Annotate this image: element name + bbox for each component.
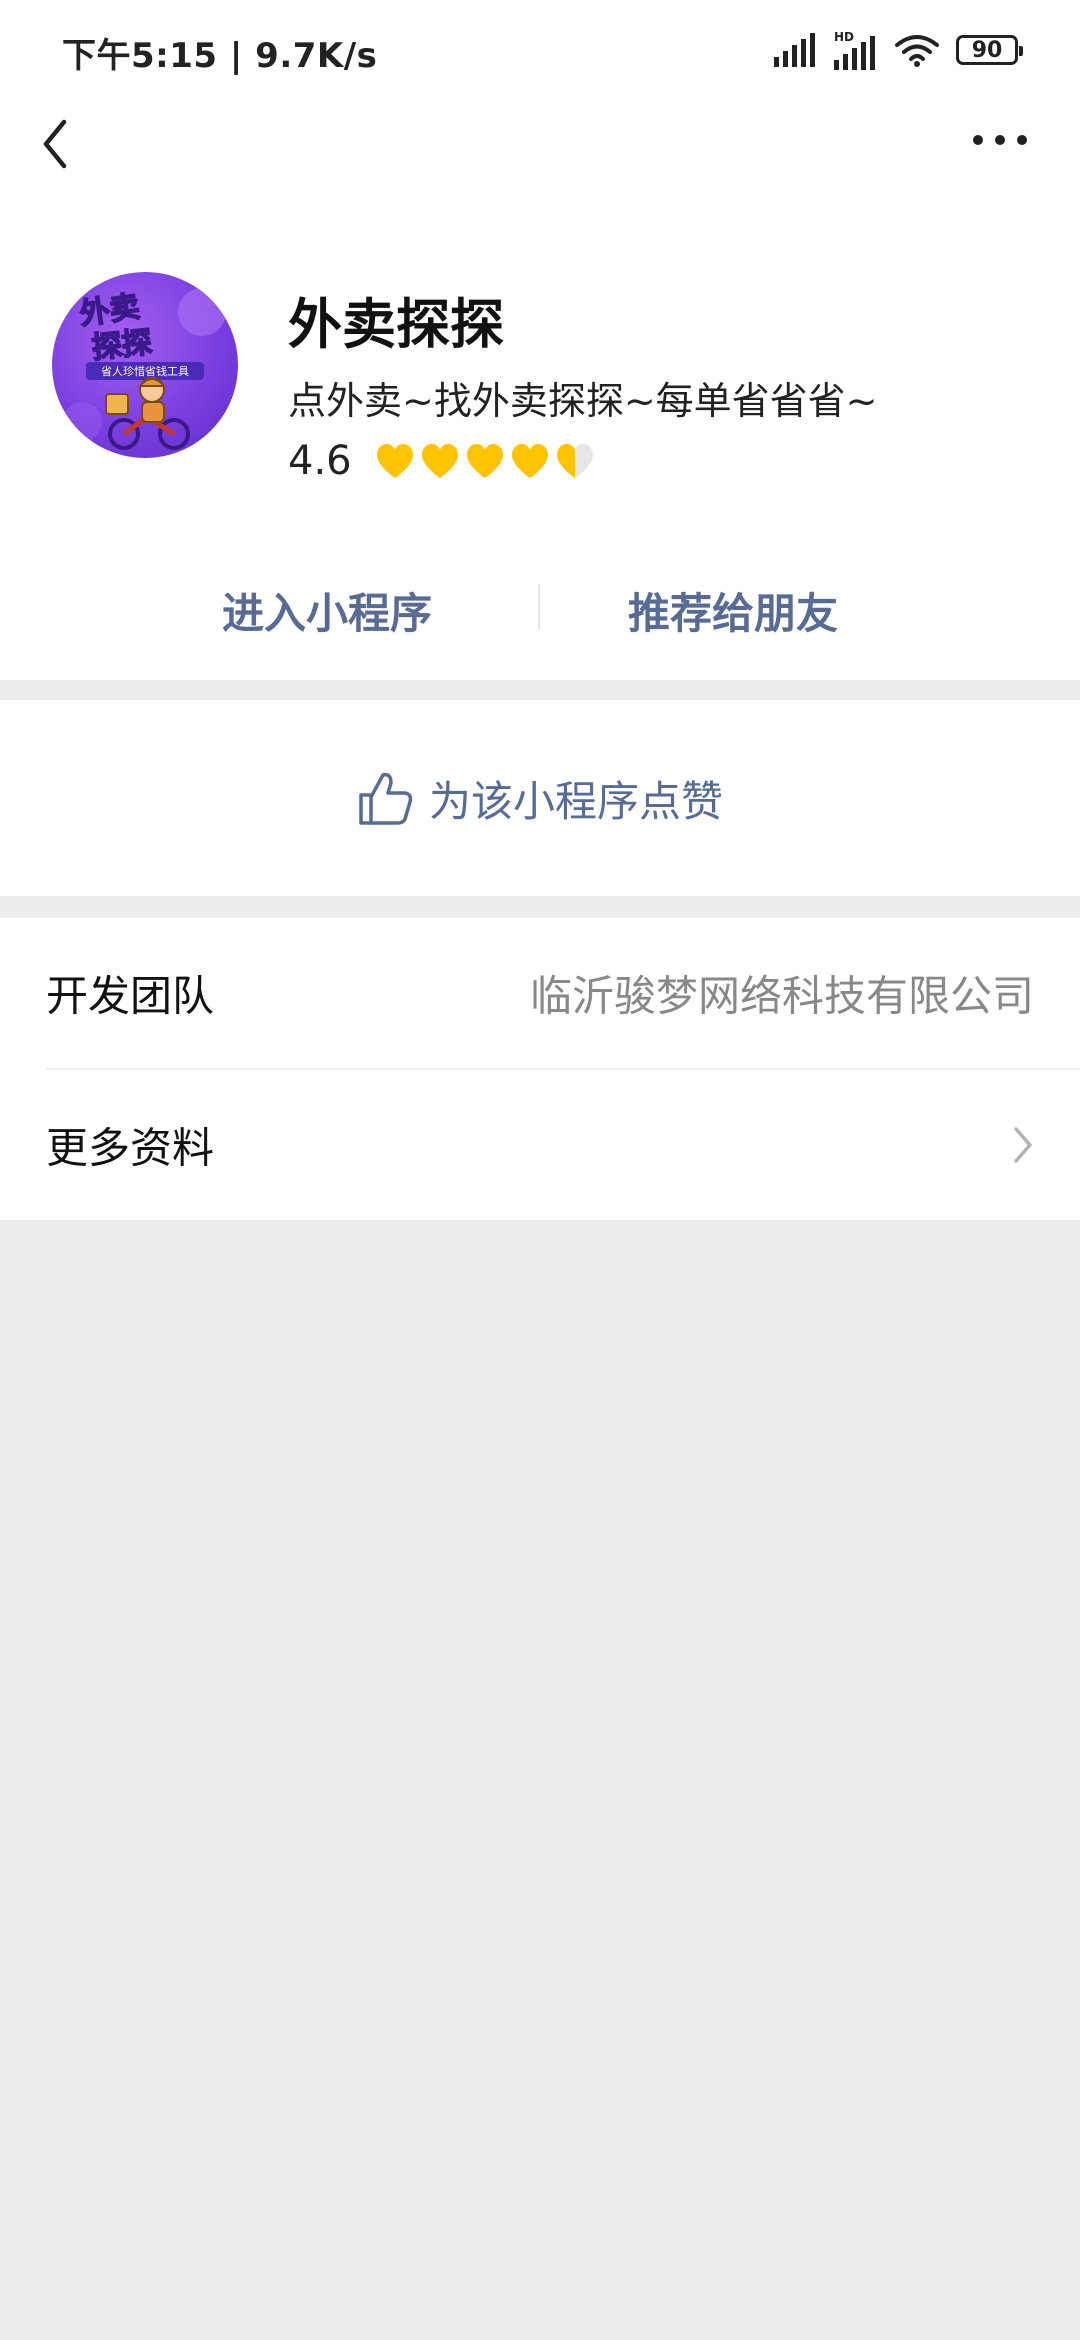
like-label: 为该小程序点赞 (428, 776, 723, 826)
more-dots-icon[interactable] (970, 130, 1030, 150)
rating-heart-icon (466, 444, 503, 478)
developer-label: 开发团队 (46, 971, 215, 1021)
app-profile-card: 外卖 探探 省人珍惜省钱工具 外卖探探 点外卖~找外卖探探~每单省省省~ 4.6… (0, 210, 1080, 680)
status-time-speed: 下午5:15 | 9.7K/s (62, 36, 378, 76)
nav-bar (0, 100, 1080, 210)
rating-heart-icon (556, 444, 593, 478)
signal-icon (774, 33, 815, 67)
developer-value: 临沂骏梦网络科技有限公司 (529, 971, 1034, 1021)
like-section: 为该小程序点赞 (0, 700, 1080, 896)
rating-row: 4.6 (288, 438, 596, 484)
status-icons: HD 90 (774, 30, 1023, 70)
wifi-icon (895, 35, 939, 67)
battery-icon: 90 (956, 35, 1023, 65)
app-name: 外卖探探 (288, 293, 504, 356)
app-description: 点外卖~找外卖探探~每单省省省~ (288, 379, 878, 423)
thumbs-up-icon (359, 772, 413, 825)
recommend-to-friend-button[interactable]: 推荐给朋友 (628, 580, 838, 641)
developer-row: 开发团队 临沂骏梦网络科技有限公司 (0, 918, 1080, 1068)
avatar-title-line2: 探探 (90, 325, 153, 366)
like-mini-program-button[interactable]: 为该小程序点赞 (0, 700, 1080, 896)
action-bar: 进入小程序 推荐给朋友 (0, 540, 1080, 660)
battery-level: 90 (971, 37, 1003, 63)
signal-hd-icon: HD (834, 30, 875, 70)
rating-heart-icon (511, 444, 548, 478)
rating-value: 4.6 (288, 438, 352, 484)
info-list: 开发团队 临沂骏梦网络科技有限公司 更多资料 (0, 918, 1080, 1220)
enter-mini-program-button[interactable]: 进入小程序 (222, 580, 432, 641)
hd-label: HD (834, 30, 854, 44)
status-bar: 下午5:15 | 9.7K/s HD 90 (0, 0, 1080, 100)
avatar-title-line1: 外卖 (78, 289, 142, 332)
back-chevron-icon[interactable] (36, 114, 76, 174)
action-divider (538, 584, 540, 630)
rating-heart-icon (376, 444, 413, 478)
avatar-subtitle: 省人珍惜省钱工具 (101, 364, 189, 378)
rating-hearts (374, 442, 596, 480)
more-info-row[interactable]: 更多资料 (0, 1070, 1080, 1220)
chevron-right-icon (1014, 1127, 1032, 1163)
rating-heart-icon (421, 444, 458, 478)
avatar-logo-icon: 外卖 探探 省人珍惜省钱工具 (62, 288, 226, 450)
app-avatar: 外卖 探探 省人珍惜省钱工具 (52, 272, 238, 458)
more-info-label: 更多资料 (46, 1123, 215, 1173)
